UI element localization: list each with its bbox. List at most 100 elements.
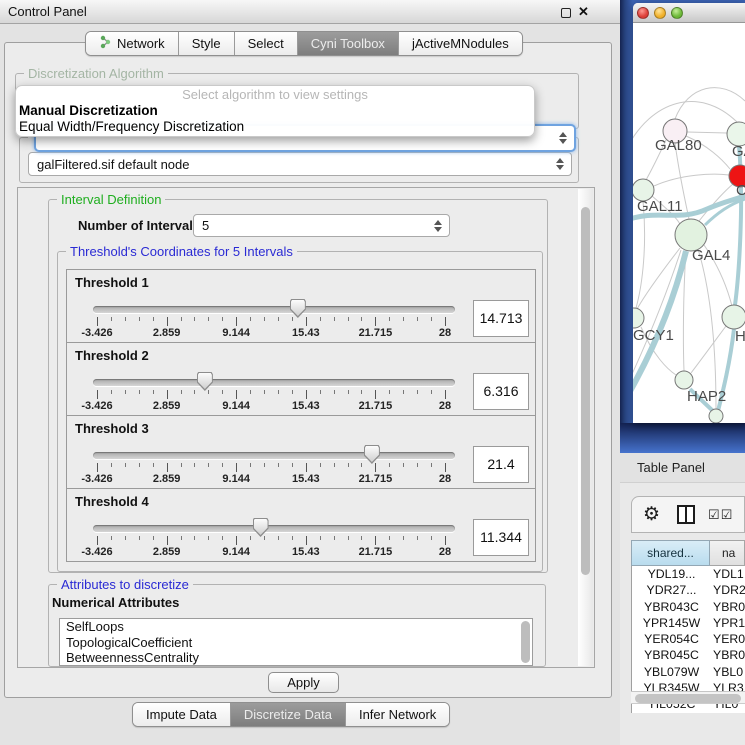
table-cell[interactable]: YBR043C	[632, 599, 711, 615]
network-window-titlebar[interactable]	[633, 3, 745, 23]
table-row[interactable]: YBR043CYBR0	[632, 599, 745, 615]
slider-tick	[208, 390, 209, 394]
threshold-value-field[interactable]: 11.344	[473, 519, 529, 556]
slider-tick	[361, 317, 362, 321]
traffic-minimize-icon[interactable]	[654, 7, 666, 19]
table-cell[interactable]: YDL1	[711, 566, 745, 582]
column-header-name[interactable]: na	[710, 540, 745, 566]
slider-tick	[111, 463, 112, 467]
network-node[interactable]	[633, 308, 644, 328]
h-scrollbar-thumb[interactable]	[635, 694, 741, 703]
slider-tick	[431, 317, 432, 321]
list-scrollbar-thumb[interactable]	[521, 621, 530, 663]
popup-option[interactable]: Manual Discretization	[16, 103, 534, 119]
slider-thumb[interactable]	[290, 299, 306, 318]
numerical-attributes-heading: Numerical Attributes	[52, 595, 179, 610]
threshold-value-field[interactable]: 21.4	[473, 446, 529, 483]
close-icon[interactable]: ✕	[578, 3, 589, 21]
column-header-shared[interactable]: shared...	[631, 540, 710, 566]
slider-tick	[334, 536, 335, 540]
attributes-list[interactable]: SelfLoopsTopologicalCoefficientBetweenne…	[59, 618, 533, 666]
network-node[interactable]	[722, 305, 745, 329]
tab-jactivemnodules[interactable]: jActiveMNodules	[399, 32, 522, 55]
attribute-item[interactable]: BetweennessCentrality	[60, 650, 532, 666]
tick-label: 28	[439, 473, 451, 485]
threshold-value-field[interactable]: 6.316	[473, 373, 529, 410]
bottom-tab-discretize-data[interactable]: Discretize Data	[231, 703, 346, 726]
tab-network[interactable]: Network	[86, 32, 179, 55]
network-node[interactable]	[675, 371, 693, 389]
tab-cyni-toolbox[interactable]: Cyni Toolbox	[298, 32, 399, 55]
table-row[interactable]: YBL079WYBL0	[632, 664, 745, 680]
network-window[interactable]: GAL80GACGAL11GAL4GCY1HHAP2	[633, 3, 745, 423]
table-row[interactable]: YPR145WYPR1	[632, 615, 745, 631]
popup-option[interactable]: Equal Width/Frequency Discretization	[16, 119, 534, 135]
table-row[interactable]: YER054CYER0	[632, 631, 745, 647]
table-cell[interactable]: YBL079W	[632, 664, 711, 680]
slider-track[interactable]	[93, 379, 455, 386]
table-data-combo[interactable]: galFiltered.sif default node	[28, 152, 572, 176]
table-cell[interactable]: YBR0	[711, 599, 745, 615]
table-cell[interactable]: YBR045C	[632, 647, 711, 663]
interval-definition-group: Interval Definition Number of Intervals …	[48, 199, 548, 573]
slider-track[interactable]	[93, 525, 455, 532]
slider-tick	[125, 463, 126, 467]
attribute-item[interactable]: SelfLoops	[60, 619, 532, 635]
slider-tick	[236, 463, 237, 472]
slider-thumb[interactable]	[253, 518, 269, 537]
attribute-item[interactable]: TopologicalCoefficient	[60, 635, 532, 651]
slider-thumb[interactable]	[197, 372, 213, 391]
bottom-tab-impute-data[interactable]: Impute Data	[133, 703, 231, 726]
slider-tick	[431, 536, 432, 540]
threshold-slider[interactable]: -3.4262.8599.14415.4321.71528	[93, 518, 455, 560]
select-columns-icon[interactable]: ☑☑	[708, 507, 733, 523]
number-of-intervals-combo[interactable]: 5	[193, 214, 450, 237]
network-canvas[interactable]: GAL80GACGAL11GAL4GCY1HHAP2	[633, 23, 745, 423]
table-cell[interactable]: YDL19...	[632, 566, 711, 582]
tab-select[interactable]: Select	[235, 32, 298, 55]
gear-icon[interactable]: ⚙	[643, 505, 660, 524]
bottom-tab-infer-network[interactable]: Infer Network	[346, 703, 449, 726]
h-scrollbar-track[interactable]	[631, 691, 745, 704]
slider-tick	[348, 390, 349, 394]
threshold-slider[interactable]: -3.4262.8599.14415.4321.71528	[93, 445, 455, 487]
tab-style[interactable]: Style	[179, 32, 235, 55]
table-row[interactable]: YDL19...YDL1	[632, 566, 745, 582]
slider-track[interactable]	[93, 306, 455, 313]
threshold-panel: Threshold 1 -3.4262.8599.14415.4321.7152…	[66, 269, 536, 343]
table-cell[interactable]: YER054C	[632, 631, 711, 647]
thresholds-group: Threshold's Coordinates for 5 Intervals …	[57, 251, 543, 572]
slider-tick	[361, 463, 362, 467]
interval-definition-title: Interval Definition	[57, 192, 165, 207]
table-row[interactable]: YBR045CYBR0	[632, 647, 745, 663]
slider-track[interactable]	[93, 452, 455, 459]
table-cell[interactable]: YDR2	[711, 582, 745, 598]
threshold-value-field[interactable]: 14.713	[473, 300, 529, 337]
threshold-slider[interactable]: -3.4262.8599.14415.4321.71528	[93, 372, 455, 414]
slider-tick	[167, 463, 168, 472]
slider-tick	[445, 390, 446, 399]
table-row[interactable]: YDR27...YDR2	[632, 582, 745, 598]
table-cell[interactable]: YPR1	[711, 615, 745, 631]
table-cell[interactable]: YPR145W	[632, 615, 711, 631]
slider-ticks	[97, 390, 445, 399]
apply-button[interactable]: Apply	[268, 672, 339, 693]
slider-thumb[interactable]	[364, 445, 380, 464]
slider-tick	[236, 390, 237, 399]
table-cell[interactable]: YBL0	[711, 664, 745, 680]
slider-tick	[417, 536, 418, 540]
table-cell[interactable]: YDR27...	[632, 582, 711, 598]
slider-tick	[153, 463, 154, 467]
network-node[interactable]	[709, 409, 723, 423]
network-icon	[99, 35, 112, 52]
columns-icon[interactable]	[677, 505, 695, 524]
settings-scrollbar-track[interactable]	[578, 189, 593, 666]
traffic-close-icon[interactable]	[637, 7, 649, 19]
table-cell[interactable]: YBR0	[711, 647, 745, 663]
settings-scrollbar-thumb[interactable]	[581, 207, 590, 575]
table-cell[interactable]: YER0	[711, 631, 745, 647]
tick-label: 28	[439, 400, 451, 412]
float-window-icon[interactable]	[561, 8, 571, 18]
traffic-zoom-icon[interactable]	[671, 7, 683, 19]
threshold-slider[interactable]: -3.4262.8599.14415.4321.71528	[93, 299, 455, 341]
